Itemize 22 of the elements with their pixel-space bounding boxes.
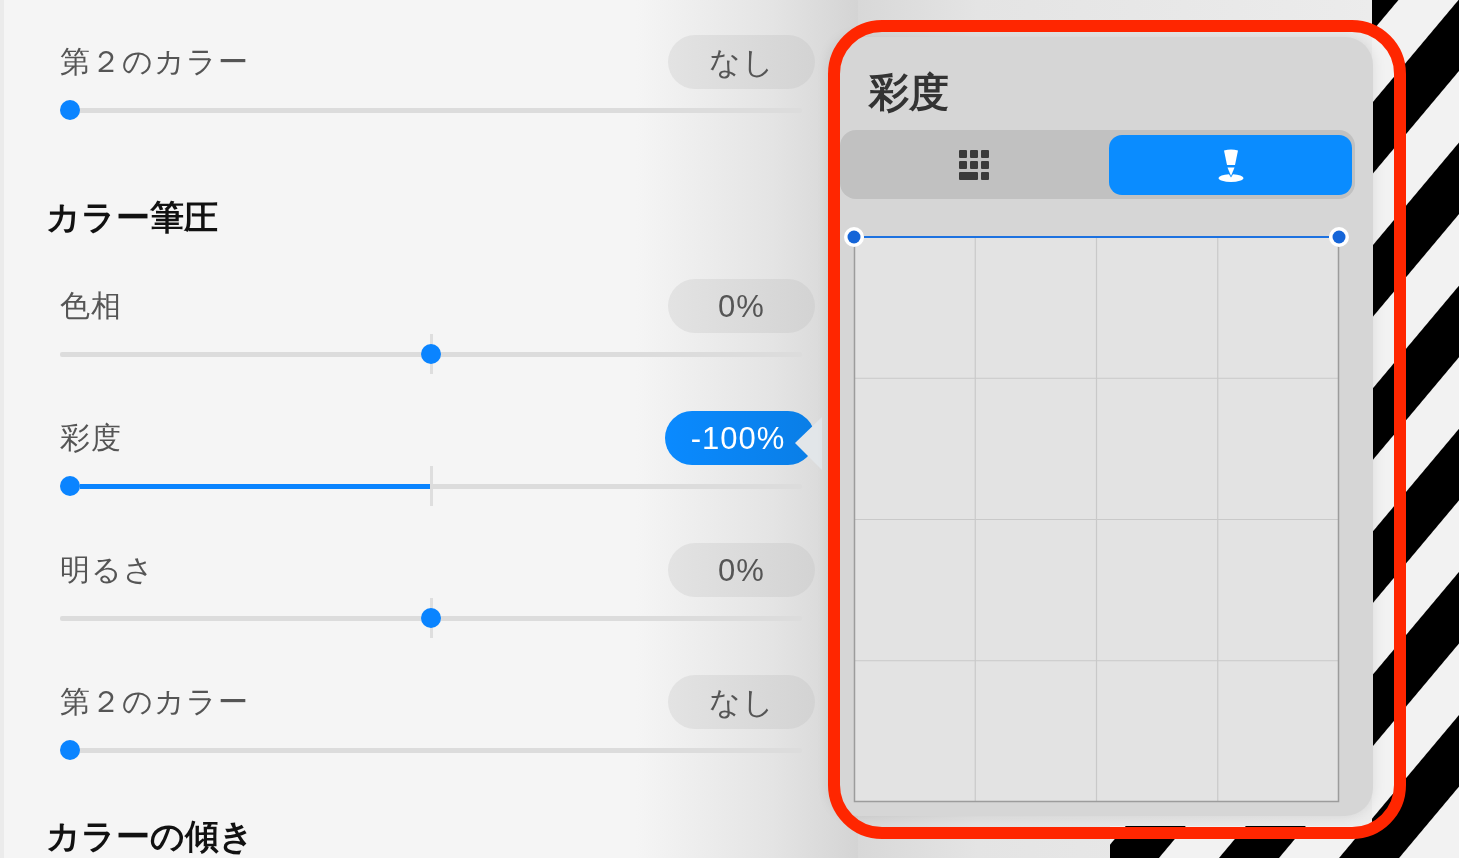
curve-handle[interactable] xyxy=(844,227,864,247)
setting-label: 色相 xyxy=(60,288,122,324)
slider-thumb[interactable] xyxy=(60,100,80,120)
curve-handle[interactable] xyxy=(1329,227,1349,247)
value-button[interactable]: 0% xyxy=(668,279,815,333)
value-button[interactable]: なし xyxy=(668,675,815,729)
setting-label: 明るさ xyxy=(60,552,155,588)
slider-thumb[interactable] xyxy=(60,476,80,496)
setting-label: 第２のカラー xyxy=(60,44,249,80)
popover-title: 彩度 xyxy=(869,69,949,116)
mode-tab[interactable] xyxy=(1109,135,1352,195)
section-heading: カラー筆圧 xyxy=(46,197,218,238)
value-button[interactable]: 0% xyxy=(668,543,815,597)
value-button[interactable]: -100% xyxy=(665,411,815,465)
setting-label: 第２のカラー xyxy=(60,684,249,720)
grid-icon xyxy=(959,150,989,180)
stylus-icon xyxy=(1217,148,1244,182)
slider-thumb[interactable] xyxy=(60,740,80,760)
popover-pointer-icon xyxy=(795,417,822,470)
section-heading: カラーの傾き xyxy=(46,819,254,855)
value-button[interactable]: なし xyxy=(668,35,815,89)
setting-label: 彩度 xyxy=(60,420,122,456)
